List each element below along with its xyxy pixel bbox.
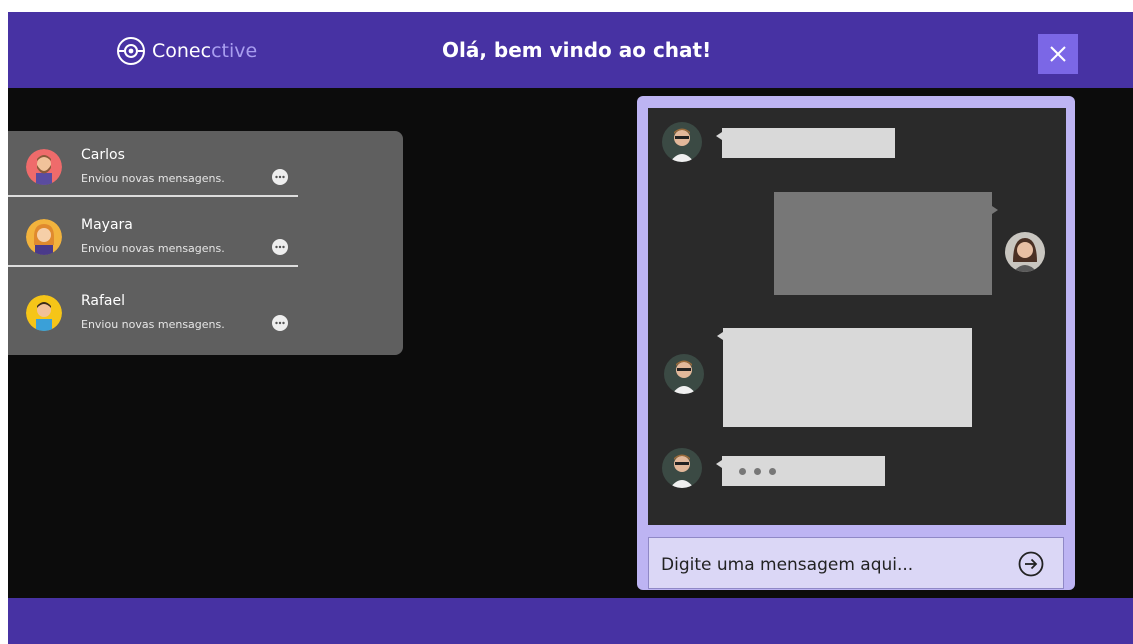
typing-dots — [722, 456, 885, 486]
chat-messages — [648, 108, 1066, 525]
divider — [8, 195, 298, 197]
app-frame: Conecctive Olá, bem vindo ao chat! Carlo… — [8, 12, 1133, 644]
message-bubble-received — [717, 328, 972, 427]
contacts-list: Carlos Enviou novas mensagens. Mayara En… — [8, 131, 403, 355]
globe-logo-icon — [117, 37, 145, 65]
logo-text: Conecctive — [152, 40, 258, 62]
send-button[interactable] — [1018, 551, 1044, 577]
logo: Conecctive — [116, 36, 257, 66]
contact-name: Carlos — [81, 147, 125, 163]
contact-status: Enviou novas mensagens. — [81, 318, 225, 331]
message-input-box — [648, 537, 1064, 589]
header: Conecctive Olá, bem vindo ao chat! — [8, 12, 1133, 88]
close-button[interactable] — [1038, 34, 1078, 74]
contact-status: Enviou novas mensagens. — [81, 242, 225, 255]
user-avatar-icon — [664, 354, 704, 394]
user-avatar-icon — [662, 122, 702, 162]
boy-avatar-icon — [26, 295, 62, 331]
chat-panel — [637, 96, 1075, 590]
divider — [8, 265, 298, 267]
man-beard-avatar-icon — [26, 149, 62, 185]
user-avatar-icon — [1005, 232, 1045, 272]
message-input[interactable] — [659, 550, 1003, 580]
contact-item-rafael[interactable]: Rafael Enviou novas mensagens. — [8, 277, 298, 343]
contact-name: Rafael — [81, 293, 126, 309]
page-title: Olá, bem vindo ao chat! — [442, 38, 712, 62]
contact-status: Enviou novas mensagens. — [81, 172, 225, 185]
contact-item-mayara[interactable]: Mayara Enviou novas mensagens. — [8, 201, 298, 267]
typing-indicator — [716, 456, 885, 486]
arrow-right-circle-icon — [1018, 551, 1044, 577]
user-avatar-icon — [662, 448, 702, 488]
close-icon — [1050, 46, 1066, 62]
contact-item-carlos[interactable]: Carlos Enviou novas mensagens. — [8, 131, 298, 197]
message-bubble-sent — [774, 192, 998, 295]
contact-name: Mayara — [81, 217, 133, 233]
woman-avatar-icon — [26, 219, 62, 255]
footer — [8, 598, 1133, 644]
more-dots-icon[interactable] — [272, 239, 288, 255]
more-dots-icon[interactable] — [272, 169, 288, 185]
more-dots-icon[interactable] — [272, 315, 288, 331]
message-bubble-received — [716, 128, 895, 158]
